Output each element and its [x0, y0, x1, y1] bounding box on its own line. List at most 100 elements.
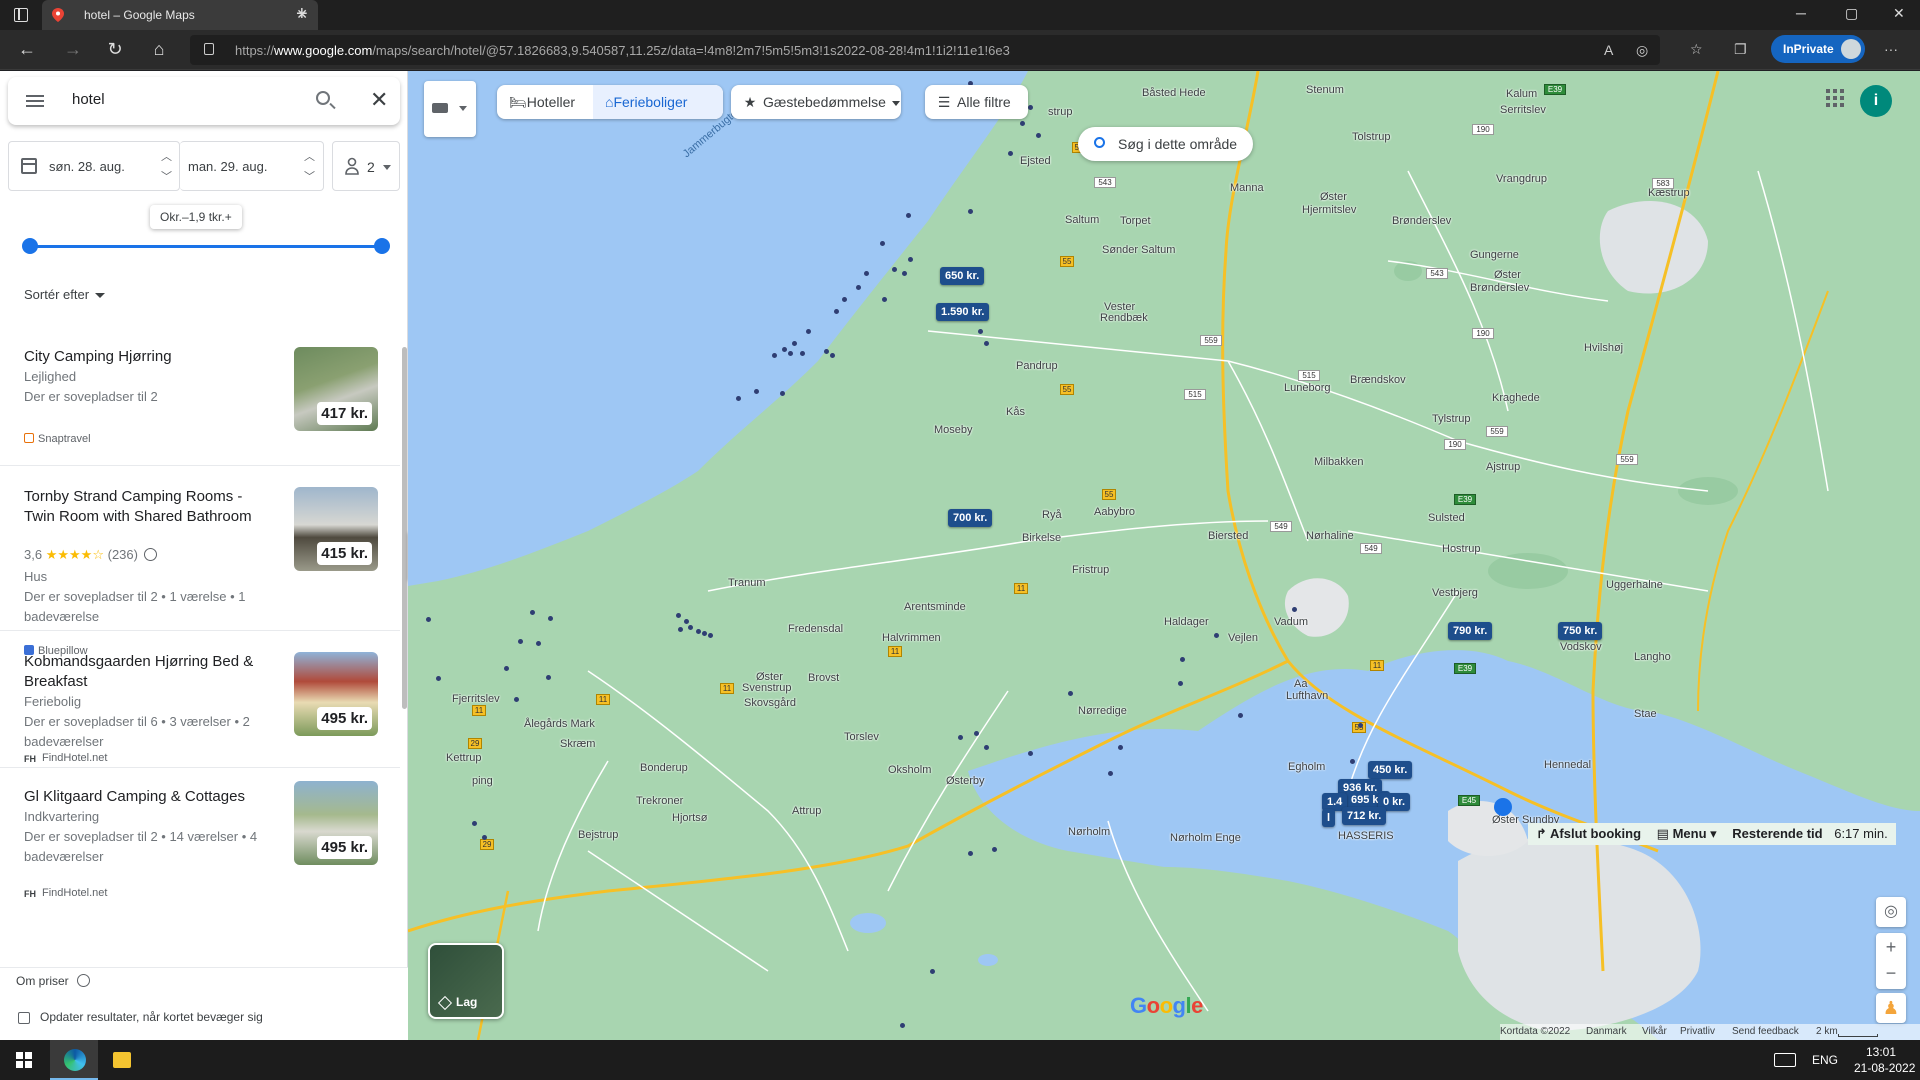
hotel-marker[interactable]: [1178, 681, 1183, 686]
hotel-marker[interactable]: [930, 969, 935, 974]
hotel-marker[interactable]: [856, 285, 861, 290]
checkout-date-field[interactable]: man. 29. aug. ︿ ﹀: [180, 141, 324, 191]
hotel-marker[interactable]: [1238, 713, 1243, 718]
guest-rating-chip[interactable]: ★ Gæstebedømmelse: [731, 85, 901, 119]
result-source[interactable]: FH FindHotel.net: [24, 752, 107, 764]
checkin-date-field[interactable]: søn. 28. aug. ︿ ﹀: [8, 141, 180, 191]
country-link[interactable]: Danmark: [1586, 1026, 1627, 1037]
hotel-marker[interactable]: [864, 271, 869, 276]
tracking-prevention-icon[interactable]: ◎: [1636, 42, 1648, 59]
hotel-marker[interactable]: [472, 821, 477, 826]
restore-icon[interactable]: ▢: [1845, 5, 1858, 22]
hotel-marker[interactable]: [702, 631, 707, 636]
hotel-marker[interactable]: [788, 351, 793, 356]
input-language[interactable]: ENG: [1812, 1053, 1838, 1067]
hotel-marker[interactable]: [708, 633, 713, 638]
hotel-marker[interactable]: [974, 731, 979, 736]
hotel-marker[interactable]: [436, 676, 441, 681]
hotel-marker[interactable]: [906, 213, 911, 218]
list-item[interactable]: Kobmandsgaarden Hjørring Bed & Breakfast…: [0, 632, 400, 768]
clear-search-icon[interactable]: ✕: [370, 87, 388, 113]
price-slider-max-handle[interactable]: [374, 238, 390, 254]
list-item[interactable]: Gl Klitgaard Camping & Cottages Indkvart…: [0, 769, 400, 949]
terms-link[interactable]: Vilkår: [1642, 1026, 1667, 1037]
map-canvas[interactable]: Båsted Hede Stenum Kalum Serritslev Tolstrup…: [408, 71, 1920, 1040]
hotel-marker[interactable]: [504, 666, 509, 671]
price-slider-track[interactable]: [29, 245, 381, 248]
airport-icon[interactable]: [1494, 798, 1512, 816]
hotel-marker[interactable]: [696, 629, 701, 634]
layers-button[interactable]: Lag: [428, 943, 504, 1019]
hotel-marker[interactable]: [1020, 121, 1025, 126]
guests-selector[interactable]: 2: [332, 141, 400, 191]
url-field[interactable]: https://www.google.com/maps/search/hotel…: [190, 35, 1660, 65]
hotel-marker[interactable]: [968, 851, 973, 856]
hotel-marker[interactable]: [1350, 759, 1355, 764]
settings-more-icon[interactable]: ···: [1884, 41, 1898, 57]
hotel-marker[interactable]: [1108, 771, 1113, 776]
hotel-marker[interactable]: [482, 835, 487, 840]
hotel-marker[interactable]: [518, 639, 523, 644]
hotel-marker[interactable]: [1358, 723, 1363, 728]
chevron-down-icon[interactable]: ﹀: [304, 168, 315, 184]
result-source[interactable]: FH FindHotel.net: [24, 887, 107, 899]
hotel-marker[interactable]: [992, 847, 997, 852]
info-icon[interactable]: [143, 548, 157, 561]
hotel-marker[interactable]: [688, 625, 693, 630]
hotel-marker[interactable]: [830, 353, 835, 358]
privacy-link[interactable]: Privatliv: [1680, 1026, 1715, 1037]
price-pin[interactable]: 750 kr.: [1558, 622, 1603, 640]
inprivate-badge[interactable]: InPrivate: [1771, 35, 1865, 63]
hotel-marker[interactable]: [1118, 745, 1123, 750]
hotel-marker[interactable]: [984, 341, 989, 346]
price-pin[interactable]: 790 kr.: [1448, 622, 1493, 640]
hotel-marker[interactable]: [880, 241, 885, 246]
all-filters-chip[interactable]: ☰ Alle filtre: [925, 85, 1028, 119]
clock-time[interactable]: 13:01: [1866, 1045, 1896, 1059]
hotel-marker[interactable]: [754, 389, 759, 394]
browser-tab[interactable]: hotel – Google Maps ✕: [42, 0, 318, 30]
google-apps-icon[interactable]: [1826, 89, 1844, 107]
update-results-checkbox[interactable]: [18, 1012, 30, 1024]
read-aloud-icon[interactable]: A: [1604, 42, 1613, 58]
finish-booking-button[interactable]: ↱ Afslut booking: [1536, 826, 1641, 841]
hotel-marker[interactable]: [984, 745, 989, 750]
price-pin[interactable]: 450 kr.: [1368, 761, 1413, 779]
result-name[interactable]: Kobmandsgaarden Hjørring Bed & Breakfast: [24, 652, 274, 692]
price-pin[interactable]: l: [1322, 809, 1336, 827]
menu-icon[interactable]: [26, 95, 44, 107]
hotel-marker[interactable]: [514, 697, 519, 702]
hotel-marker[interactable]: [806, 329, 811, 334]
hotel-marker[interactable]: [842, 297, 847, 302]
hotel-marker[interactable]: [968, 209, 973, 214]
hotel-marker[interactable]: [800, 351, 805, 356]
forward-icon[interactable]: →: [62, 39, 84, 60]
search-icon[interactable]: [316, 91, 330, 105]
new-tab-button[interactable]: +: [296, 3, 308, 26]
home-icon[interactable]: ⌂: [148, 39, 170, 60]
hotel-marker[interactable]: [1028, 105, 1033, 110]
keyboard-tray-icon[interactable]: [1774, 1053, 1796, 1067]
hotel-marker[interactable]: [678, 627, 683, 632]
hotel-marker[interactable]: [780, 391, 785, 396]
results-scrollbar[interactable]: [402, 347, 407, 709]
hotel-marker[interactable]: [892, 267, 897, 272]
tab-actions-icon[interactable]: [14, 8, 28, 22]
hotel-marker[interactable]: [782, 347, 787, 352]
result-name[interactable]: City Camping Hjørring: [24, 347, 274, 367]
hotel-marker[interactable]: [902, 271, 907, 276]
reload-icon[interactable]: ↻: [104, 39, 126, 60]
minimize-icon[interactable]: ─: [1796, 5, 1806, 21]
hotels-chip[interactable]: 🛏Hoteller: [497, 85, 593, 119]
hotel-marker[interactable]: [684, 619, 689, 624]
search-input[interactable]: [72, 91, 292, 108]
hotel-marker[interactable]: [1068, 691, 1073, 696]
price-pin[interactable]: 712 kr.: [1342, 807, 1387, 825]
result-source[interactable]: Snaptravel: [24, 433, 91, 445]
hotel-marker[interactable]: [1028, 751, 1033, 756]
hotel-marker[interactable]: [772, 353, 777, 358]
about-prices-link[interactable]: Om priser: [16, 974, 90, 988]
sort-dropdown[interactable]: Sortér efter: [24, 287, 106, 302]
hotel-marker[interactable]: [1036, 133, 1041, 138]
vacation-rentals-chip[interactable]: ⌂Ferieboliger: [593, 85, 723, 119]
